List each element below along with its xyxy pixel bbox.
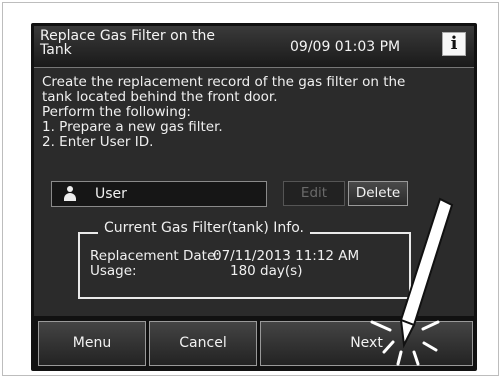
filter-info-title: Current Gas Filter(tank) Info.: [98, 220, 310, 236]
replacement-date-label: Replacement Date:: [90, 248, 220, 264]
delete-button[interactable]: Delete: [348, 181, 408, 206]
replacement-date-row: Replacement Date: 07/11/2013 11:12 AM: [90, 248, 359, 264]
next-button[interactable]: Next: [260, 321, 473, 366]
info-button[interactable]: i: [442, 32, 466, 56]
cancel-button[interactable]: Cancel: [149, 321, 257, 366]
instruction-line: 2. Enter User ID.: [42, 134, 154, 150]
touch-screen: Replace Gas Filter on the Tank 09/09 01:…: [31, 23, 477, 371]
instruction-line: tank located behind the front door.: [42, 89, 278, 105]
usage-row: Usage: 180 day(s): [90, 263, 302, 279]
user-id-field[interactable]: User: [51, 181, 267, 207]
instruction-line: 1. Prepare a new gas filter.: [42, 119, 223, 135]
usage-value: 180 day(s): [230, 263, 303, 279]
usage-label: Usage:: [90, 263, 137, 279]
screen-title: Replace Gas Filter on the Tank: [40, 28, 215, 58]
edit-button[interactable]: Edit: [283, 181, 345, 206]
instruction-line: Perform the following:: [42, 104, 191, 120]
user-id-value: User: [95, 186, 127, 202]
instructions: Create the replacement record of the gas…: [42, 75, 472, 150]
replacement-date-value: 07/11/2013 11:12 AM: [213, 248, 360, 264]
info-icon: i: [450, 33, 458, 54]
user-icon: [63, 186, 77, 202]
instruction-line: Create the replacement record of the gas…: [42, 74, 406, 90]
title-bar: Replace Gas Filter on the Tank 09/09 01:…: [34, 26, 474, 68]
date-time: 09/09 01:03 PM: [290, 39, 401, 55]
menu-button[interactable]: Menu: [38, 321, 146, 366]
